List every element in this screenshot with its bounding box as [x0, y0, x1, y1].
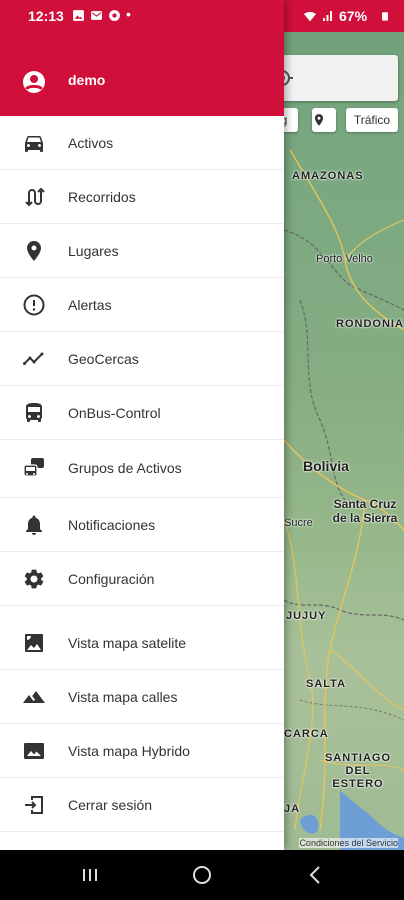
map-search-box[interactable] — [270, 55, 398, 101]
menu-item-grupos-de-activos[interactable]: Grupos de Activos — [0, 440, 284, 498]
menu-item-notificaciones[interactable]: Notificaciones — [0, 498, 284, 552]
battery-icon — [382, 12, 388, 21]
menu-item-activos[interactable]: Activos — [0, 116, 284, 170]
menu-item-vista-calles[interactable]: Vista mapa calles — [0, 670, 284, 724]
satellite-image-icon — [25, 634, 43, 652]
menu-label: Alertas — [68, 297, 112, 313]
menu-label: GeoCercas — [68, 351, 139, 367]
bell-icon — [26, 515, 42, 535]
menu-item-configuracion[interactable]: Configuración — [0, 552, 284, 606]
photo-notification-icon — [73, 10, 84, 21]
map-label-rondonia: RONDONIA — [336, 318, 404, 330]
recent-apps-icon[interactable] — [78, 863, 102, 887]
menu-label: Recorridos — [68, 189, 136, 205]
map-label-catamarca: CARCA — [284, 728, 329, 740]
map-label-bolivia: Bolivia — [303, 458, 349, 474]
back-icon[interactable] — [304, 863, 328, 887]
wifi-icon — [304, 12, 316, 22]
place-pin-icon — [314, 114, 324, 126]
menu-item-vista-hybrido[interactable]: Vista mapa Hybrido — [0, 724, 284, 778]
car-icon — [25, 136, 43, 152]
account-circle-icon — [23, 71, 45, 93]
menu-item-vista-satelite[interactable]: Vista mapa satelite — [0, 616, 284, 670]
map-label-santa-cruz: Santa Cruz de la Sierra — [332, 497, 398, 525]
system-navigation-bar — [0, 850, 404, 900]
home-icon[interactable] — [190, 863, 214, 887]
vehicle-group-icon — [23, 458, 44, 477]
map-label-rioja: JA — [284, 803, 301, 815]
app-notification-icon — [109, 10, 120, 21]
drawer-header[interactable]: demo — [0, 32, 284, 116]
battery-percentage: 67% — [339, 8, 368, 24]
menu-label: OnBus-Control — [68, 405, 161, 421]
menu-item-alertas[interactable]: Alertas — [0, 278, 284, 332]
user-name: demo — [68, 72, 106, 88]
menu-label: Vista mapa Hybrido — [68, 743, 190, 759]
mail-notification-icon — [91, 11, 102, 20]
terrain-icon — [23, 691, 45, 703]
status-time: 12:13 — [28, 8, 64, 24]
menu-item-recorridos[interactable]: Recorridos — [0, 170, 284, 224]
map-attribution-link[interactable]: Condiciones del Servicio — [299, 838, 398, 848]
place-pin-icon — [27, 241, 41, 261]
menu-item-lugares[interactable]: Lugares — [0, 224, 284, 278]
menu-item-cerrar-sesion[interactable]: Cerrar sesión — [0, 778, 284, 832]
timeline-icon — [23, 352, 44, 365]
map-label-salta: SALTA — [306, 678, 347, 690]
navigation-drawer: 12:13 • demo Activos Recorridos Lugares … — [0, 0, 284, 850]
menu-label: Cerrar sesión — [68, 797, 153, 813]
status-bar-right: 67% — [284, 0, 404, 32]
menu-label: Configuración — [68, 571, 155, 587]
signal-icon — [323, 11, 332, 21]
menu-label: Vista mapa calles — [68, 689, 178, 705]
image-icon — [24, 743, 44, 759]
menu-label: Activos — [68, 135, 114, 151]
map-label-porto-velho: Porto Velho — [316, 253, 373, 265]
bus-icon — [26, 403, 42, 422]
status-bar: 12:13 • — [0, 0, 284, 32]
map-label-santiago: SANTIAGO DEL ESTERO — [324, 752, 392, 790]
menu-item-geocercas[interactable]: GeoCercas — [0, 332, 284, 386]
map-label-jujuy: JUJUY — [286, 610, 327, 622]
gear-icon — [24, 569, 44, 589]
map-label-sucre: Sucre — [284, 517, 313, 529]
alert-circle-icon — [23, 294, 45, 316]
route-icon — [25, 187, 45, 207]
status-dot: • — [126, 6, 131, 22]
menu-label: Notificaciones — [68, 517, 156, 533]
menu-label: Lugares — [68, 243, 119, 259]
places-chip[interactable] — [312, 108, 336, 132]
traffic-chip[interactable]: Tráfico — [346, 108, 398, 132]
menu-label: Vista mapa satelite — [68, 635, 187, 651]
logout-icon — [25, 796, 43, 814]
map-label-amazonas: AMAZONAS — [292, 170, 364, 182]
menu-item-onbus-control[interactable]: OnBus-Control — [0, 386, 284, 440]
menu-label: Grupos de Activos — [68, 460, 182, 476]
